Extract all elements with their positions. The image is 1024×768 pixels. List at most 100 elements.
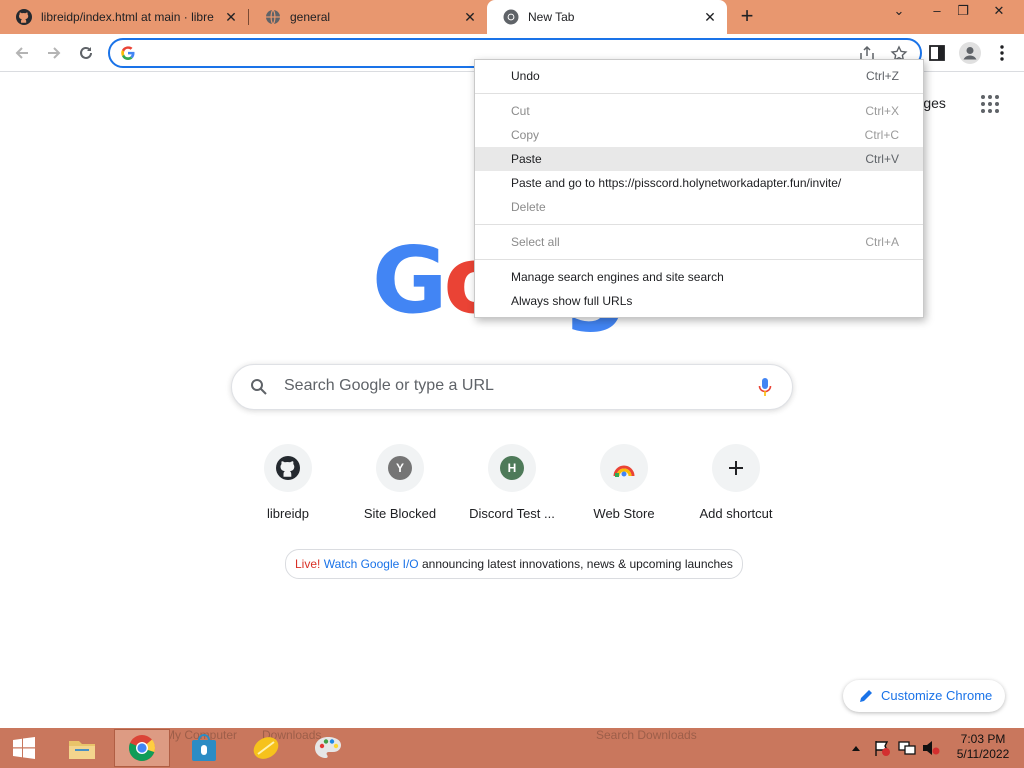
menu-item-shortcut: Ctrl+C (864, 128, 899, 142)
shortcut-libreidp[interactable]: libreidp (232, 444, 344, 521)
search-icon (251, 379, 267, 395)
shortcut-add[interactable]: Add shortcut (680, 444, 792, 521)
taskbar-chrome[interactable] (114, 729, 170, 767)
tab-new-tab[interactable]: New Tab ✕ (487, 0, 727, 34)
menu-item-copy[interactable]: Copy Ctrl+C (475, 123, 923, 147)
windows-taskbar: My Computer Downloads Search Downloads (0, 728, 1024, 768)
tab-title: New Tab (528, 10, 575, 24)
menu-item-select-all[interactable]: Select all Ctrl+A (475, 230, 923, 254)
omnibox-context-menu: Undo Ctrl+Z Cut Ctrl+X Copy Ctrl+C Paste… (474, 59, 924, 318)
close-tab-icon[interactable]: ✕ (222, 8, 240, 26)
close-tab-icon[interactable]: ✕ (461, 8, 479, 26)
back-button[interactable] (10, 41, 34, 65)
menu-item-paste-and-go[interactable]: Paste and go to https://pisscord.holynet… (475, 171, 923, 195)
shortcut-tile (712, 444, 760, 492)
shortcut-label: Add shortcut (699, 506, 773, 521)
tab-general[interactable]: general ✕ (249, 0, 487, 34)
menu-item-label: Paste and go to https://pisscord.holynet… (511, 176, 842, 190)
menu-item-label: Always show full URLs (511, 294, 633, 308)
tray-chevron-up-icon[interactable] (851, 744, 861, 752)
pencil-icon (860, 690, 872, 702)
taskbar-paint[interactable] (300, 729, 356, 767)
menu-separator (475, 93, 923, 94)
store-bag-icon (192, 734, 216, 761)
network-icon[interactable] (898, 740, 916, 756)
github-icon (16, 9, 32, 25)
tab-search-chevron-icon[interactable]: ⌄ (882, 0, 916, 28)
menu-item-undo[interactable]: Undo Ctrl+Z (475, 64, 923, 88)
google-g-icon (121, 46, 135, 60)
search-box[interactable]: Search Google or type a URL (231, 364, 793, 410)
clock-date: 5/11/2022 (956, 747, 1010, 761)
shortcut-tile: H (488, 444, 536, 492)
menu-item-label: Cut (511, 104, 530, 118)
ghost-window-text: Search Downloads (596, 728, 697, 742)
search-placeholder: Search Google or type a URL (284, 377, 494, 394)
menu-item-label: Undo (511, 69, 540, 83)
shortcut-letter-avatar: Y (388, 456, 412, 480)
shortcut-label: Site Blocked (363, 506, 437, 521)
menu-item-cut[interactable]: Cut Ctrl+X (475, 99, 923, 123)
tab-title: general (290, 10, 331, 24)
taskbar-clock[interactable]: 7:03 PM 5/11/2022 (950, 732, 1016, 762)
menu-item-label: Manage search engines and site search (511, 270, 724, 284)
arrow-left-icon (15, 47, 28, 59)
github-icon (276, 456, 300, 480)
new-tab-plus-icon[interactable]: + (736, 5, 758, 28)
shortcut-tile (600, 444, 648, 492)
promo-live-label: Live! (295, 557, 321, 571)
paint-palette-icon (315, 737, 341, 758)
shortcut-discord-test[interactable]: H Discord Test ... (456, 444, 568, 521)
tab-title: libreidp/index.html at main · libre (41, 10, 214, 24)
clock-time: 7:03 PM (960, 732, 1006, 746)
arrow-right-icon (48, 47, 61, 59)
menu-item-label: Paste (511, 152, 542, 166)
action-center-flag-icon[interactable] (873, 740, 891, 756)
plus-icon (729, 461, 743, 475)
folder-icon (69, 741, 95, 759)
taskbar-file-explorer[interactable] (54, 729, 110, 767)
menu-separator (475, 259, 923, 260)
close-tab-icon[interactable]: ✕ (701, 8, 719, 26)
promo-text: announcing latest innovations, news & up… (421, 557, 733, 571)
apps-grid-icon[interactable] (980, 94, 1000, 114)
menu-item-label: Select all (511, 235, 560, 249)
menu-item-label: Delete (511, 200, 546, 214)
shortcut-letter-avatar: H (500, 456, 524, 480)
kebab-menu-icon[interactable] (994, 43, 1010, 63)
customize-chrome-button[interactable]: Customize Chrome (843, 680, 1005, 712)
tab-libreidp[interactable]: libreidp/index.html at main · libre ✕ (0, 0, 248, 34)
volume-muted-icon[interactable] (922, 740, 940, 756)
shortcut-site-blocked[interactable]: Y Site Blocked (344, 444, 456, 521)
promo-banner[interactable]: Live! Watch Google I/O announcing latest… (285, 549, 743, 579)
lemon-icon (253, 737, 279, 759)
tab-strip: libreidp/index.html at main · libre ✕ ge… (0, 0, 1024, 34)
chrome-icon (128, 735, 156, 762)
menu-item-label: Copy (511, 128, 540, 142)
menu-item-delete[interactable]: Delete (475, 195, 923, 219)
menu-item-shortcut: Ctrl+A (865, 235, 899, 249)
menu-item-always-show-full-urls[interactable]: Always show full URLs (475, 289, 923, 313)
windows-logo-icon (13, 737, 35, 759)
microphone-icon[interactable] (758, 377, 772, 397)
profile-avatar-icon[interactable] (958, 41, 982, 65)
shortcut-label: libreidp (267, 506, 309, 521)
side-panel-icon[interactable] (928, 44, 946, 62)
promo-link[interactable]: Watch Google I/O (324, 557, 419, 571)
globe-icon (266, 9, 280, 25)
menu-item-manage-search-engines[interactable]: Manage search engines and site search (475, 265, 923, 289)
start-button[interactable] (0, 729, 48, 767)
taskbar-store[interactable] (176, 729, 232, 767)
forward-button[interactable] (42, 41, 66, 65)
reload-button[interactable] (74, 41, 98, 65)
shortcut-tile (264, 444, 312, 492)
taskbar-lemon-app[interactable] (238, 729, 294, 767)
reload-icon (80, 46, 92, 59)
shortcut-web-store[interactable]: Web Store (568, 444, 680, 521)
restore-icon[interactable]: ❐ (946, 0, 980, 28)
menu-item-paste[interactable]: Paste Ctrl+V (475, 147, 923, 171)
customize-label: Customize Chrome (881, 688, 993, 703)
window-close-icon[interactable]: ✕ (982, 0, 1016, 28)
webstore-icon (613, 465, 635, 477)
menu-separator (475, 224, 923, 225)
